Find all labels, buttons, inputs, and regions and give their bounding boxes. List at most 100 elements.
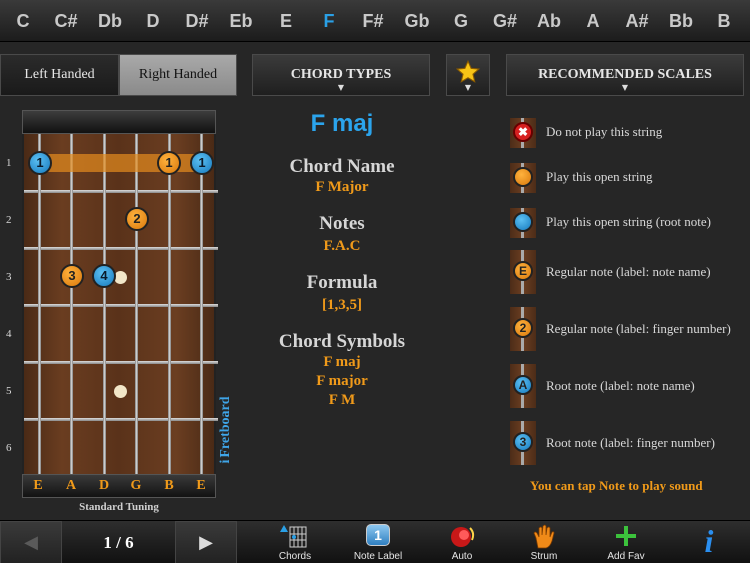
key-a[interactable]: A (587, 0, 600, 42)
legend-item: 3 Root note (label: finger number) (510, 421, 750, 465)
guitar-string (135, 134, 138, 474)
string-name: B (164, 478, 174, 493)
chord-symbol: F maj (323, 354, 361, 370)
key-f-sharp[interactable]: F# (362, 0, 383, 42)
fretboard-info-button[interactable]: i Fretboard (186, 396, 266, 463)
previous-button[interactable]: ◀ (0, 521, 62, 563)
key-b-flat[interactable]: Bb (669, 0, 693, 42)
fret-number: 1 (6, 157, 12, 169)
guitar-string (168, 134, 171, 474)
star-icon (455, 59, 481, 83)
chords-tool-button[interactable]: Chords (258, 521, 332, 563)
legend-item: 2 Regular note (label: finger number) (510, 307, 750, 351)
legend-item: Play this open string (510, 163, 750, 193)
fret-note[interactable]: 2 (125, 207, 149, 231)
key-a-sharp[interactable]: A# (625, 0, 648, 42)
key-a-flat[interactable]: Ab (537, 0, 561, 42)
string-name: A (65, 478, 77, 493)
chord-types-label: CHORD TYPES (290, 67, 392, 82)
fretboard-top-strip (22, 110, 216, 134)
fret-number: 3 (6, 271, 12, 283)
fret-number: 6 (6, 442, 12, 454)
legend-text: Root note (label: note name) (546, 378, 695, 393)
fret-wire (24, 304, 218, 307)
left-handed-button[interactable]: Left Handed (0, 54, 119, 96)
chord-name-heading: Chord Name (289, 156, 395, 177)
note-label-tool-button[interactable]: 1 Note Label (341, 521, 415, 563)
key-g[interactable]: G (454, 0, 468, 42)
fret-note[interactable]: 4 (92, 264, 116, 288)
regular-note-finger-icon: 2 (510, 307, 536, 351)
key-f[interactable]: F (324, 0, 335, 42)
string-name: E (196, 478, 206, 493)
fret-number: 4 (6, 328, 12, 340)
fret-wire (24, 190, 218, 193)
tool-label: Chords (278, 551, 312, 562)
root-note-finger-icon: 3 (510, 421, 536, 465)
key-c-sharp[interactable]: C# (54, 0, 77, 42)
chord-symbol: F M (328, 392, 356, 408)
string-name: D (98, 478, 110, 493)
chord-symbols-heading: Chord Symbols (278, 331, 406, 352)
notes-heading: Notes (319, 213, 365, 234)
fret-wire (24, 247, 218, 250)
key-e-flat[interactable]: Eb (229, 0, 252, 42)
legend-text: Regular note (label: note name) (546, 264, 711, 279)
chevron-down-icon: ▼ (621, 83, 629, 92)
legend-text: Do not play this string (546, 124, 663, 139)
strum-tool-button[interactable]: Strum (507, 521, 581, 563)
tool-label: Note Label (353, 551, 403, 562)
chord-types-button[interactable]: CHORD TYPES ▼ (252, 54, 430, 96)
recommended-scales-button[interactable]: RECOMMENDED SCALES ▼ (506, 54, 744, 96)
chords-grid-icon (280, 525, 307, 548)
recommended-scales-label: RECOMMENDED SCALES (538, 67, 712, 82)
favorite-star-button[interactable]: ▼ (446, 54, 490, 96)
fret-inlay (114, 385, 127, 398)
blue-dot-icon (510, 208, 536, 238)
guitar-string (70, 134, 73, 474)
auto-play-icon (451, 527, 475, 547)
key-d-flat[interactable]: Db (98, 0, 122, 42)
right-handed-button[interactable]: Right Handed (119, 54, 237, 96)
key-d[interactable]: D (147, 0, 160, 42)
legend-item: Play this open string (root note) (510, 208, 750, 238)
bottom-toolbar: ◀ 1 / 6 ▶ Chords 1 Note Label Auto Strum… (0, 520, 750, 563)
chord-symbol: F major (316, 373, 368, 389)
regular-note-name-icon: E (510, 250, 536, 294)
info-button[interactable]: i (672, 521, 746, 563)
next-button[interactable]: ▶ (175, 521, 237, 563)
fret-inlay (114, 271, 127, 284)
key-e[interactable]: E (280, 0, 292, 42)
page-indicator: 1 / 6 (103, 533, 134, 552)
string-name: E (33, 478, 43, 493)
fret-note[interactable]: 1 (190, 151, 214, 175)
formula-value: [1,3,5] (322, 297, 362, 313)
key-d-sharp[interactable]: D# (185, 0, 208, 42)
fret-number: 5 (6, 385, 12, 397)
fret-note[interactable]: 3 (60, 264, 84, 288)
chord-title: F maj (310, 110, 374, 137)
strum-hand-icon (533, 524, 555, 549)
auto-tool-button[interactable]: Auto (425, 521, 499, 563)
key-g-sharp[interactable]: G# (493, 0, 517, 42)
string-name: G (130, 478, 142, 493)
add-fav-tool-button[interactable]: Add Fav (589, 521, 663, 563)
key-selector-bar: C C# Db D D# Eb E F F# Gb G G# Ab A A# B… (0, 0, 750, 42)
notes-value: F.A.C (323, 238, 361, 254)
key-g-flat[interactable]: Gb (405, 0, 430, 42)
string-names-strip: E A D G B E (22, 474, 216, 498)
fret-number: 2 (6, 214, 12, 226)
key-c[interactable]: C (17, 0, 30, 42)
legend-text: Play this open string (546, 169, 653, 184)
tool-label: Strum (530, 551, 558, 562)
chord-name-value: F Major (315, 179, 369, 195)
fret-note[interactable]: 1 (157, 151, 181, 175)
fretboard-label: Fretboard (218, 396, 233, 458)
formula-heading: Formula (306, 272, 378, 293)
tuning-label: Standard Tuning (79, 501, 159, 513)
fret-wire (24, 361, 218, 364)
key-b[interactable]: B (718, 0, 731, 42)
guitar-string (103, 134, 106, 474)
chord-info-panel: F maj Chord Name F Major Notes F.A.C For… (252, 110, 432, 410)
fret-note[interactable]: 1 (28, 151, 52, 175)
